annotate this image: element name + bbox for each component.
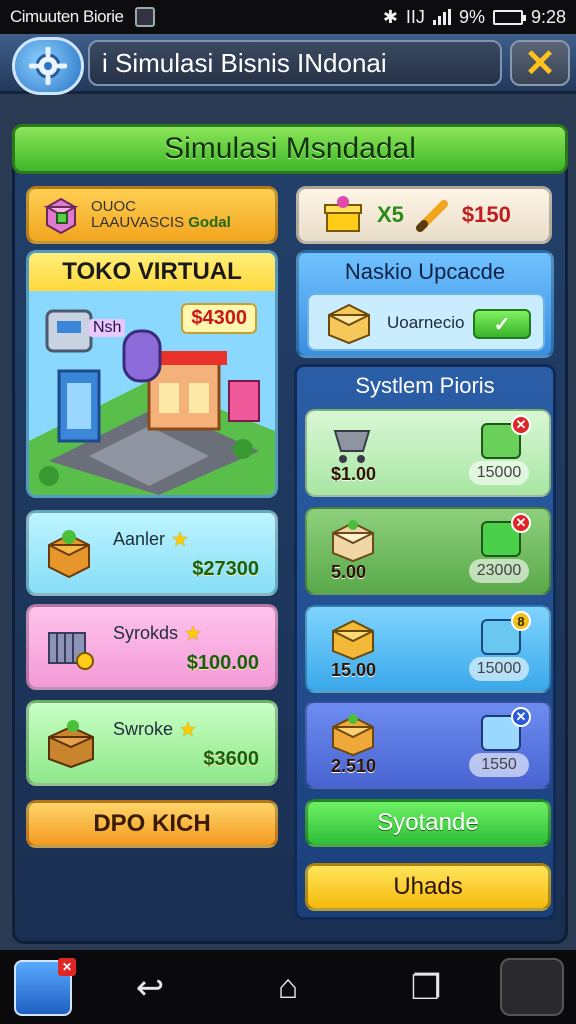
status-app-name: Cimuuten Biorie xyxy=(10,7,124,26)
star-icon: ★ xyxy=(184,623,202,645)
dpo-button[interactable]: DPO KICH xyxy=(26,800,278,848)
upgrade-card: Naskio Upcacde Uoarnecio ✓ xyxy=(296,250,554,358)
recent-app-button[interactable]: ✕ xyxy=(14,958,76,1016)
system-row-cost: 2.510 xyxy=(331,756,377,776)
close-icon: ✕ xyxy=(524,42,556,85)
title-bar: i Simulasi Bisnis INdonai ✕ xyxy=(0,34,576,95)
settings-button[interactable] xyxy=(12,37,84,95)
system-row-value: 15000 xyxy=(469,461,529,485)
battery-percent: 9% xyxy=(458,6,485,27)
confirm-upgrade-button[interactable]: ✓ xyxy=(473,309,531,339)
level-badge: 8 xyxy=(511,611,531,631)
cash-label: $150 xyxy=(461,202,511,227)
home-icon[interactable]: ⌂ xyxy=(268,968,308,1007)
virtual-shop-card[interactable]: TOKO VIRTUAL $4300 Nsh xyxy=(26,250,278,498)
item-card[interactable]: Syrokds ★ $100.00 xyxy=(26,604,278,690)
gift-box-icon xyxy=(324,196,362,232)
upgrade-row-label: Uoarnecio xyxy=(387,313,465,332)
item-price: $27300 xyxy=(192,558,259,580)
recents-icon[interactable]: ❐ xyxy=(406,968,446,1008)
star-icon: ★ xyxy=(179,719,197,741)
pencil-icon xyxy=(415,200,448,232)
gear-icon xyxy=(29,47,67,85)
shop-tag: Nsh xyxy=(89,319,126,337)
system-row-value: 23000 xyxy=(469,559,529,583)
title-field[interactable]: i Simulasi Bisnis INdonai xyxy=(88,40,502,86)
system-row-cost: 15.00 xyxy=(331,660,377,680)
system-title: Systlem Pioris xyxy=(355,373,495,398)
remove-badge[interactable]: ✕ xyxy=(511,415,531,435)
pack-card[interactable]: OUOC LAAUVASCIS Godal xyxy=(26,186,278,244)
syotande-button[interactable]: Syotande xyxy=(305,799,551,847)
plant-box-icon xyxy=(332,714,374,757)
upgrade-title: Naskio Upcacde xyxy=(344,259,506,284)
system-row-cost: 5.00 xyxy=(331,562,367,582)
remove-badge[interactable]: ✕ xyxy=(511,707,531,727)
gift-box-icon xyxy=(48,530,90,579)
system-row[interactable]: ✕ 5.00 23000 xyxy=(305,507,551,595)
close-icon: ✕ xyxy=(58,958,76,976)
item-card[interactable]: Aanler ★ $27300 xyxy=(26,510,278,596)
pack-line-2: LAAUVASCIS xyxy=(91,214,185,231)
remove-badge[interactable]: ✕ xyxy=(511,513,531,533)
clock: 9:28 xyxy=(530,6,566,27)
bluetooth-icon: ✱ xyxy=(382,6,398,27)
back-icon[interactable]: ↩ xyxy=(130,968,170,1008)
cardboard-box-icon xyxy=(48,720,94,769)
parcel-icon xyxy=(328,303,370,345)
status-bar: Cimuuten Biorie ✱ IIJ 9% 9:28 xyxy=(0,0,576,34)
multiplier-label: X5 xyxy=(377,202,404,227)
signal-icon xyxy=(432,9,451,25)
system-row[interactable]: 8 15.00 15000 xyxy=(305,605,551,693)
shop-title: TOKO VIRTUAL xyxy=(29,253,275,291)
battery-icon xyxy=(492,9,526,25)
panel-header: Simulasi Msndadal xyxy=(12,124,568,174)
shopping-cart-icon xyxy=(333,430,371,463)
item-name: Syrokds xyxy=(113,623,179,643)
notification-icon xyxy=(135,7,156,27)
shop-price: $4300 xyxy=(181,303,257,334)
close-button[interactable]: ✕ xyxy=(510,40,570,86)
pack-good-label: Godal xyxy=(188,214,231,231)
item-name: Aanler xyxy=(113,529,166,549)
system-row-value: 1550 xyxy=(469,753,529,777)
gift-crate-icon xyxy=(43,197,79,235)
upgrade-row[interactable]: Uoarnecio ✓ xyxy=(307,293,545,351)
item-price: $100.00 xyxy=(186,652,259,674)
item-name: Swroke xyxy=(113,719,174,739)
resources-card: X5 $150 xyxy=(296,186,552,244)
assistant-button[interactable] xyxy=(500,958,564,1016)
item-price: $3600 xyxy=(203,748,259,770)
system-row-cost: $1.00 xyxy=(331,464,377,484)
pack-line-1: OUOC xyxy=(91,198,136,215)
navigation-bar: ✕ ↩ ⌂ ❐ xyxy=(0,950,576,1024)
system-row[interactable]: ✕ 2.510 1550 xyxy=(305,701,551,789)
check-icon: ✓ xyxy=(493,313,511,336)
star-icon: ★ xyxy=(171,529,189,551)
system-row[interactable]: ✕ $1.00 15000 xyxy=(305,409,551,497)
crate-icon xyxy=(332,619,374,661)
parcel-icon xyxy=(332,520,374,563)
cash-register-icon xyxy=(48,632,94,670)
system-panel: Systlem Pioris ✕ $1.00 15000 ✕ 5.00 2300… xyxy=(294,364,556,920)
uhads-button[interactable]: Uhads xyxy=(305,863,551,911)
network-label: IIJ xyxy=(405,6,425,27)
item-card[interactable]: Swroke ★ $3600 xyxy=(26,700,278,786)
system-row-value: 15000 xyxy=(469,657,529,681)
